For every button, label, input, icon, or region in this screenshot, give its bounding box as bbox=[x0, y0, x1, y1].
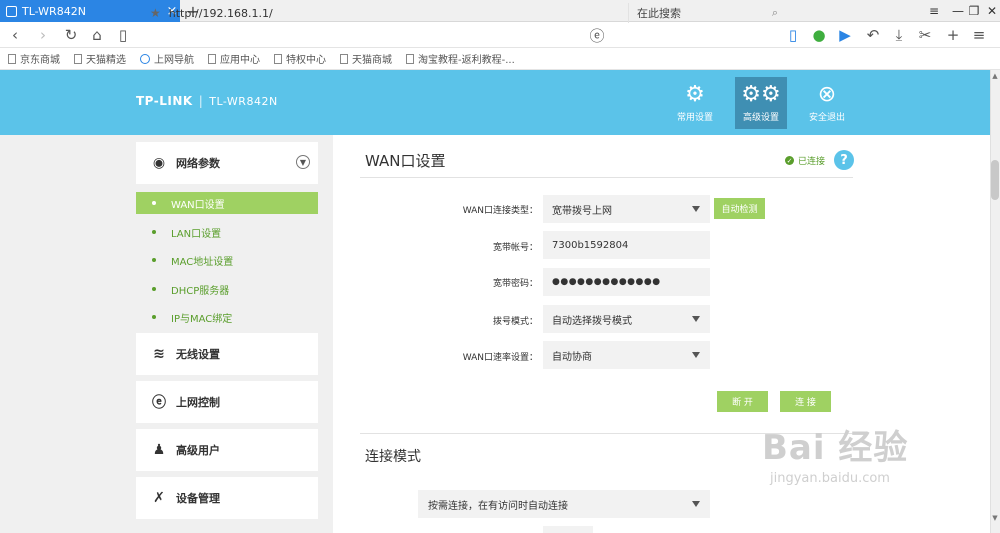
brand-name: TP-LINK bbox=[136, 94, 193, 108]
add-icon[interactable]: + bbox=[940, 22, 966, 48]
page-icon bbox=[8, 53, 16, 64]
password-input[interactable]: ●●●●●●●●●●●●● bbox=[543, 268, 710, 296]
dial-mode-select[interactable]: 自动选择拨号模式 bbox=[543, 305, 710, 333]
dropdown-arrow-icon bbox=[692, 501, 700, 507]
bookmark-item[interactable]: 天猫精选 bbox=[74, 51, 126, 66]
check-icon: ✓ bbox=[785, 156, 794, 165]
speed-select[interactable]: 自动协商 bbox=[543, 341, 710, 369]
connect-button[interactable]: 连 接 bbox=[780, 391, 831, 412]
forward-icon[interactable]: › bbox=[30, 22, 56, 48]
page-icon bbox=[274, 53, 282, 64]
window-close-button[interactable]: ✕ bbox=[980, 0, 1000, 22]
dropdown-arrow-icon bbox=[692, 352, 700, 358]
scrollbar-thumb[interactable] bbox=[991, 160, 999, 200]
undo-icon[interactable]: ↶ bbox=[860, 22, 886, 48]
sidebar-subitem-lan[interactable]: LAN口设置 bbox=[136, 221, 318, 243]
wifi-icon: ≋ bbox=[153, 346, 165, 362]
sidebar-subitem-mac[interactable]: MAC地址设置 bbox=[136, 249, 318, 271]
account-label: 宽带帐号： bbox=[492, 243, 538, 253]
refresh-icon[interactable]: ↻ bbox=[58, 22, 84, 48]
address-bar[interactable]: ★ http://192.168.1.1/ bbox=[150, 3, 620, 23]
sidebar-item-network[interactable]: ◉ 网络参数 ▼ bbox=[136, 142, 318, 184]
conn-type-label: WAN口连接类型： bbox=[462, 206, 538, 216]
tools-icon: ✗ bbox=[153, 490, 165, 506]
ie-icon: ⓔ bbox=[152, 395, 166, 411]
sidebar-subitem-ip-mac-binding[interactable]: IP与MAC绑定 bbox=[136, 306, 318, 328]
bookmark-item[interactable]: 上网导航 bbox=[140, 51, 194, 66]
scissors-icon[interactable]: ✂ bbox=[912, 22, 938, 48]
page-scrollbar[interactable] bbox=[990, 70, 1000, 533]
sidebar-item-advanced-user[interactable]: ♟ 高级用户 bbox=[136, 429, 318, 471]
scroll-down-icon[interactable]: ▼ bbox=[990, 514, 1000, 524]
sidebar-item-device-management[interactable]: ✗ 设备管理 bbox=[136, 477, 318, 519]
menu-icon[interactable]: ≡ bbox=[922, 0, 946, 22]
url-text: http://192.168.1.1/ bbox=[168, 6, 273, 20]
search-input[interactable]: 在此搜索 ⌕ bbox=[628, 3, 778, 23]
gears-icon: ⚙⚙ bbox=[741, 82, 781, 107]
connection-mode-select[interactable]: 按需连接，在有访问时自动连接 bbox=[418, 490, 710, 518]
speed-label: WAN口速率设置： bbox=[462, 353, 538, 363]
close-circle-icon: ⊗ bbox=[817, 82, 837, 107]
brand-logo: TP-LINK | TL-WR842N bbox=[136, 94, 278, 108]
bookmark-item[interactable]: 应用中心 bbox=[208, 51, 260, 66]
connection-status: ✓ 已连接 bbox=[785, 156, 826, 167]
bookmarks-bar: 京东商城 天猫精选 上网导航 应用中心 特权中心 天猫商城 淘宝教程-返利教程-… bbox=[0, 48, 1000, 70]
dial-mode-label: 拨号模式： bbox=[492, 317, 538, 327]
ie-mode-icon[interactable]: ⓔ bbox=[584, 22, 610, 48]
sidebar-item-internet-control[interactable]: ⓔ 上网控制 bbox=[136, 381, 318, 423]
search-icon[interactable]: ⌕ bbox=[772, 6, 778, 20]
sidebar-subitem-wan[interactable]: WAN口设置 bbox=[136, 192, 318, 214]
partial-field[interactable] bbox=[543, 526, 593, 533]
chat-icon[interactable]: ● bbox=[806, 22, 832, 48]
dropdown-arrow-icon bbox=[692, 316, 700, 322]
password-label: 宽带密码： bbox=[492, 279, 538, 289]
sidebar-subitem-dhcp[interactable]: DHCP服务器 bbox=[136, 278, 318, 300]
page-icon bbox=[406, 53, 414, 64]
home-icon[interactable]: ⌂ bbox=[84, 22, 110, 48]
scroll-up-icon[interactable]: ▲ bbox=[990, 72, 1000, 82]
disconnect-button[interactable]: 断 开 bbox=[717, 391, 768, 412]
more-icon[interactable]: ≡ bbox=[966, 22, 992, 48]
divider bbox=[360, 177, 853, 178]
model-name: TL-WR842N bbox=[209, 95, 278, 108]
ie-icon bbox=[140, 53, 150, 64]
globe-icon: ◉ bbox=[152, 155, 166, 171]
tab-title: TL-WR842N bbox=[22, 4, 86, 18]
basic-settings-button[interactable]: ⚙ 常用设置 bbox=[669, 77, 721, 129]
play-icon[interactable]: ▶ bbox=[832, 22, 858, 48]
logout-button[interactable]: ⊗ 安全退出 bbox=[801, 77, 853, 129]
user-icon: ♟ bbox=[152, 442, 166, 458]
bookmark-star-icon[interactable]: ★ bbox=[150, 6, 161, 20]
download-icon[interactable]: ⤓ bbox=[886, 22, 912, 48]
account-input[interactable]: 7300b1592804 bbox=[543, 231, 710, 259]
chevron-down-icon[interactable]: ▼ bbox=[296, 155, 310, 169]
bookmark-item[interactable]: 特权中心 bbox=[274, 51, 326, 66]
reader-icon[interactable]: ▯ bbox=[110, 22, 136, 48]
page-icon bbox=[208, 53, 216, 64]
back-icon[interactable]: ‹ bbox=[2, 22, 28, 48]
page-icon bbox=[340, 53, 348, 64]
bookmark-item[interactable]: 天猫商城 bbox=[340, 51, 392, 66]
advanced-settings-button[interactable]: ⚙⚙ 高级设置 bbox=[735, 77, 787, 129]
page-favicon-icon bbox=[6, 5, 17, 17]
gear-icon: ⚙ bbox=[685, 82, 705, 107]
phone-icon[interactable]: ▯ bbox=[780, 22, 806, 48]
page-icon bbox=[74, 53, 82, 64]
conn-type-select[interactable]: 宽带拨号上网 bbox=[543, 195, 710, 223]
search-placeholder: 在此搜索 bbox=[637, 7, 681, 20]
help-button[interactable]: ? bbox=[834, 150, 854, 170]
baidu-watermark: Bai 经验 jingyan.baidu.com bbox=[762, 428, 909, 486]
sidebar-item-wireless[interactable]: ≋ 无线设置 bbox=[136, 333, 318, 375]
auto-detect-button[interactable]: 自动检测 bbox=[714, 198, 765, 219]
dropdown-arrow-icon bbox=[692, 206, 700, 212]
bookmark-item[interactable]: 京东商城 bbox=[8, 51, 60, 66]
bookmark-item[interactable]: 淘宝教程-返利教程-... bbox=[406, 51, 515, 66]
page-title: WAN口设置 bbox=[365, 152, 446, 170]
section-title: 连接模式 bbox=[365, 449, 421, 465]
